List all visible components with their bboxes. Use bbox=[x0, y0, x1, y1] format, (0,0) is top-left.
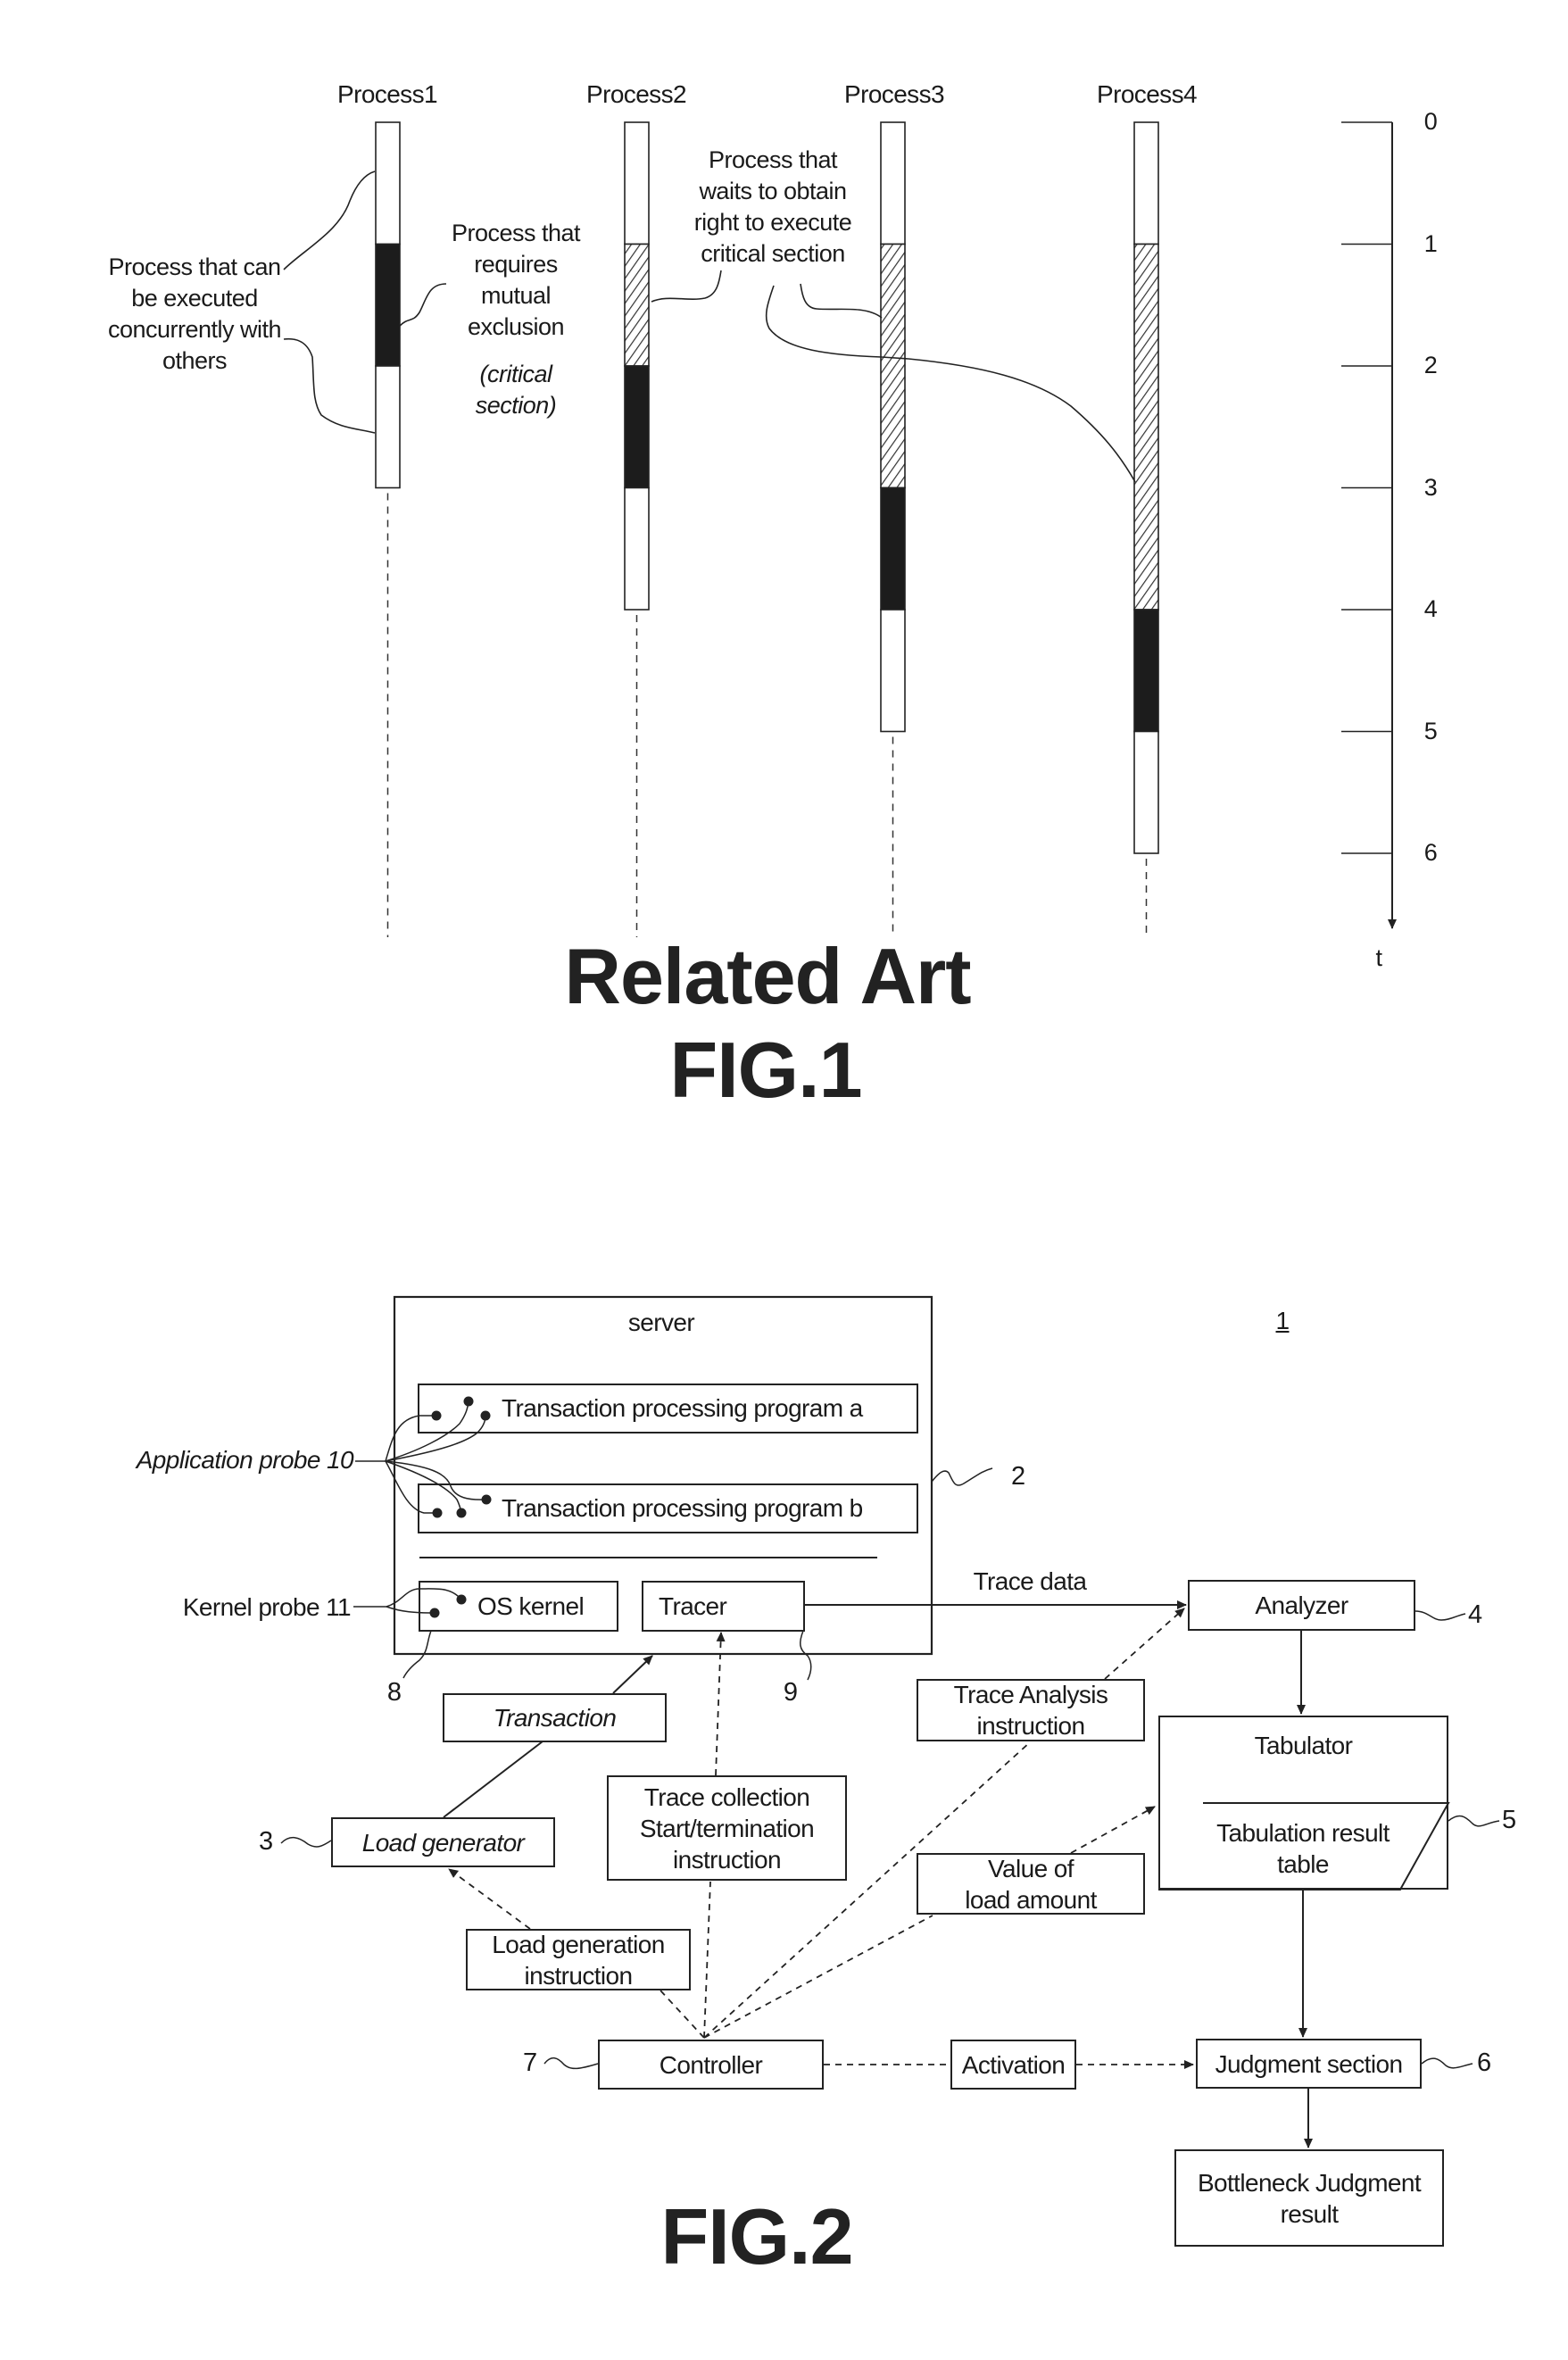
ref-load-generator-3: 3 bbox=[259, 1827, 274, 1856]
callout-concurrent: Process that can be executed concurrentl… bbox=[107, 253, 282, 374]
leader-critical bbox=[399, 283, 447, 327]
process-4-segment-concurrent bbox=[1133, 730, 1159, 854]
server-label: server bbox=[627, 1309, 695, 1336]
kernel-probe-lines bbox=[353, 1588, 462, 1614]
transaction-label: Transaction bbox=[493, 1704, 617, 1732]
fig1-title: FIG.1 bbox=[669, 1026, 862, 1114]
load-amount-label: Value of load amount bbox=[965, 1854, 1097, 1914]
process-4-segment-waiting bbox=[1133, 243, 1159, 611]
time-tick-label: 4 bbox=[1423, 595, 1438, 622]
load-generation-instruction-label: Load generation instruction bbox=[492, 1930, 665, 1990]
ref-squiggle-4 bbox=[1415, 1610, 1466, 1621]
analyzer-box: Analyzer bbox=[1188, 1580, 1415, 1631]
system-ref-1: 1 bbox=[1275, 1307, 1290, 1334]
ref-squiggle-6 bbox=[1421, 2057, 1473, 2069]
activation-label: Activation bbox=[961, 2050, 1066, 2079]
time-tick-label: 2 bbox=[1423, 352, 1438, 378]
ref-squiggle-7 bbox=[543, 2057, 599, 2070]
os-kernel-label: OS kernel bbox=[477, 1592, 585, 1620]
process-3-segment-waiting bbox=[880, 243, 906, 489]
process-label-1: Process1 bbox=[337, 80, 438, 108]
process-2-segment-critical bbox=[624, 365, 650, 489]
tabulator-label: Tabulator bbox=[1254, 1732, 1353, 1759]
time-axis-label: t bbox=[1375, 944, 1382, 971]
ref-judgment-6: 6 bbox=[1477, 2048, 1492, 2077]
ref-controller-7: 7 bbox=[523, 2048, 538, 2077]
ref-os-kernel-8: 8 bbox=[386, 1678, 402, 1707]
judgment-section-label: Judgment section bbox=[1215, 2049, 1403, 2078]
ref-analyzer-4: 4 bbox=[1468, 1600, 1483, 1629]
ref-squiggle-2 bbox=[931, 1467, 993, 1486]
trace-data-label: Trace data bbox=[973, 1567, 1087, 1595]
process-2-segment-concurrent bbox=[624, 121, 650, 245]
process-2-segment-waiting bbox=[624, 243, 650, 367]
trace-analysis-instruction-label: Trace Analysis instruction bbox=[953, 1681, 1108, 1740]
judgment-section-box: Judgment section bbox=[1196, 2039, 1422, 2089]
tabulation-result-table-label: Tabulation result table bbox=[1216, 1819, 1390, 1878]
time-tick-label: 3 bbox=[1423, 473, 1438, 501]
application-probe-lines bbox=[355, 1400, 487, 1514]
application-probe-dots bbox=[431, 1396, 492, 1518]
fig2-title: FIG.2 bbox=[660, 2192, 853, 2281]
kernel-probe-dots bbox=[429, 1594, 467, 1618]
controller-box: Controller bbox=[598, 2040, 824, 2090]
controller-label: Controller bbox=[659, 2050, 763, 2079]
ref-tabulator-5: 5 bbox=[1502, 1806, 1517, 1834]
time-tick-label: 1 bbox=[1423, 229, 1438, 257]
trace-collection-label: Trace collection Start/termination instr… bbox=[639, 1782, 815, 1874]
bottleneck-result-label: Bottleneck Judgment result bbox=[1197, 2168, 1422, 2228]
process-1-segment-concurrent bbox=[375, 121, 401, 245]
time-tick-label: 0 bbox=[1423, 108, 1438, 135]
process-3-segment-concurrent bbox=[880, 609, 906, 733]
leader-concurrent-lower bbox=[283, 337, 376, 434]
kernel-probe-label: Kernel probe 11 bbox=[182, 1593, 352, 1621]
time-tick-label: 5 bbox=[1423, 717, 1438, 744]
program-a-label: Transaction processing program a bbox=[502, 1394, 863, 1422]
application-probe-label: Application probe 10 bbox=[136, 1446, 354, 1474]
load-generator-box: Load generator bbox=[331, 1817, 555, 1867]
leader-waiting-p3 bbox=[800, 283, 883, 319]
leader-waiting-p4 bbox=[765, 285, 1136, 483]
trace-analysis-instruction-box: Trace Analysis instruction bbox=[917, 1679, 1145, 1741]
process-1-segment-critical bbox=[375, 243, 401, 367]
callout-waiting: Process that waits to obtain right to ex… bbox=[693, 146, 852, 267]
callout-critical: Process that requires mutual exclusion bbox=[451, 220, 581, 340]
load-generator-label: Load generator bbox=[361, 1828, 525, 1857]
ref-squiggle-3 bbox=[280, 1837, 332, 1848]
process-label-2: Process2 bbox=[586, 80, 687, 108]
load-amount-box: Value of load amount bbox=[917, 1853, 1145, 1915]
trace-collection-box: Trace collection Start/termination instr… bbox=[607, 1775, 847, 1881]
process-3-segment-concurrent bbox=[880, 121, 906, 245]
tracer-label: Tracer bbox=[659, 1592, 727, 1620]
program-b-label: Transaction processing program b bbox=[502, 1494, 863, 1522]
bottleneck-result-box: Bottleneck Judgment result bbox=[1174, 2149, 1444, 2247]
analyzer-label: Analyzer bbox=[1255, 1591, 1348, 1619]
callout-critical-section: (critical section) bbox=[475, 361, 557, 419]
fig1-related-art-title: Related Art bbox=[564, 932, 971, 1020]
transaction-to-server-arrow bbox=[612, 1655, 653, 1694]
transaction-box: Transaction bbox=[443, 1693, 667, 1742]
leader-waiting-p2 bbox=[651, 270, 722, 303]
process-label-3: Process3 bbox=[844, 80, 945, 108]
activation-box: Activation bbox=[950, 2040, 1076, 2090]
load-generation-instruction-box: Load generation instruction bbox=[466, 1929, 691, 1990]
process-4-segment-concurrent bbox=[1133, 121, 1159, 245]
ref-squiggle-5 bbox=[1448, 1815, 1500, 1827]
ref-server-2: 2 bbox=[1011, 1462, 1026, 1491]
ref-tracer-9: 9 bbox=[783, 1678, 799, 1707]
ref-squiggle-9 bbox=[799, 1630, 812, 1681]
process-2-segment-concurrent bbox=[624, 486, 650, 611]
time-tick-label: 6 bbox=[1423, 839, 1438, 866]
fig1-time-axis bbox=[1341, 121, 1397, 929]
process-4-segment-critical bbox=[1133, 609, 1159, 733]
process-label-4: Process4 bbox=[1097, 80, 1198, 108]
process-3-segment-critical bbox=[880, 486, 906, 611]
leader-concurrent-upper bbox=[283, 170, 376, 270]
load-generator-to-transaction-line bbox=[443, 1741, 543, 1818]
process-1-segment-concurrent bbox=[375, 365, 401, 489]
